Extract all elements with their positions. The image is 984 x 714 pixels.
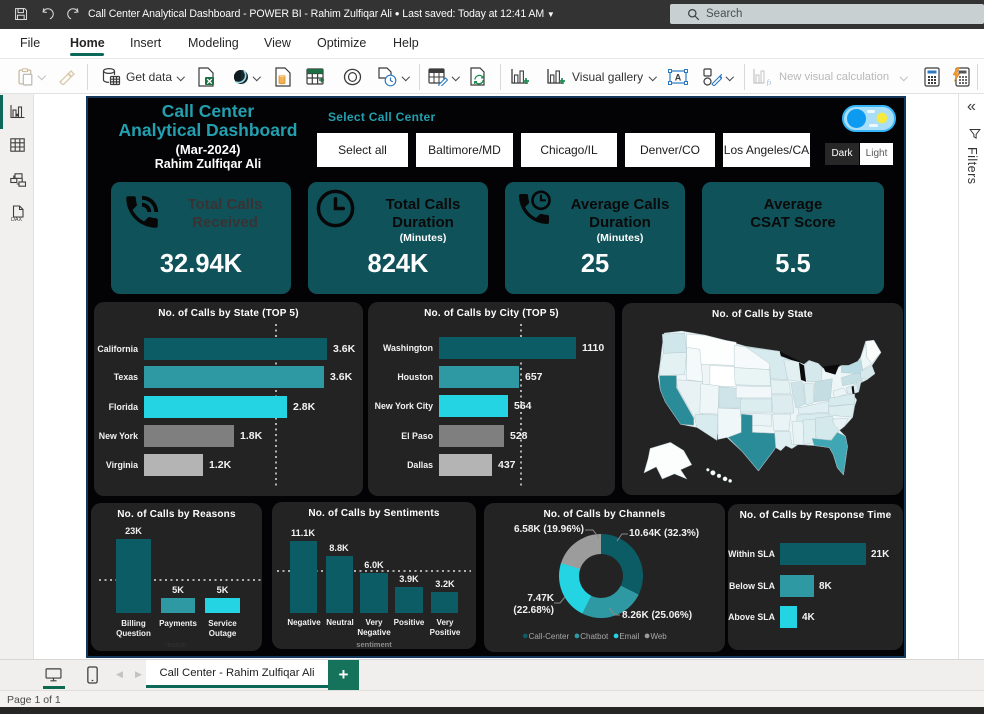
svg-text:A: A bbox=[675, 73, 682, 83]
svg-text:fx: fx bbox=[767, 78, 772, 86]
svg-text:DAX: DAX bbox=[11, 217, 22, 222]
